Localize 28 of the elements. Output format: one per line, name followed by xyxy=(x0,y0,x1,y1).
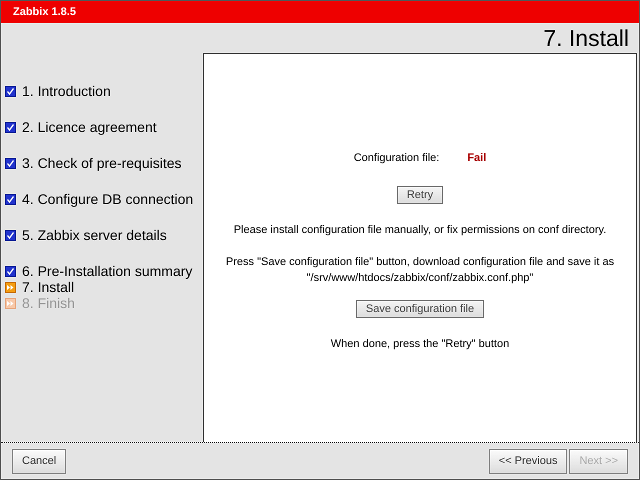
checkbox-icon xyxy=(5,266,16,276)
checkbox-icon xyxy=(5,86,16,96)
status-label: Configuration file: xyxy=(354,152,440,164)
app-title: Zabbix 1.8.5 xyxy=(13,6,76,18)
step-label: 2. Licence agreement xyxy=(22,119,157,135)
step-label: 5. Zabbix server details xyxy=(22,227,167,243)
checkbox-icon xyxy=(5,158,16,168)
previous-button[interactable]: << Previous xyxy=(488,448,568,474)
step-label: 7. Install xyxy=(22,279,74,295)
done-note: When done, press the "Retry" button xyxy=(330,338,510,350)
step-label: 4. Configure DB connection xyxy=(22,191,194,207)
cancel-button[interactable]: Cancel xyxy=(12,448,66,474)
step-label: 6. Pre-Installation summary xyxy=(22,263,192,279)
checkbox-icon xyxy=(5,122,16,132)
instruction-text: "/srv/www/htdocs/zabbix/conf/zabbix.conf.php" xyxy=(306,271,534,286)
instruction-text: Press "Save configuration file" button, download configuration file and save it as xyxy=(226,255,614,270)
fast-forward-icon xyxy=(5,282,16,292)
step-label: 8. Finish xyxy=(22,295,75,311)
checkbox-icon xyxy=(5,194,16,204)
checkbox-icon xyxy=(5,230,16,240)
retry-button[interactable]: Retry xyxy=(396,186,444,204)
fast-forward-icon xyxy=(5,298,16,308)
save-config-button[interactable]: Save configuration file xyxy=(356,300,484,318)
status-value: Fail xyxy=(467,152,486,164)
step-label: 1. Introduction xyxy=(22,83,111,99)
message-text: Please install configuration file manually, or fix permissions on conf directory. xyxy=(234,224,606,236)
step-label: 3. Check of pre-requisites xyxy=(22,155,182,171)
page-title: 7. Install xyxy=(543,24,629,52)
